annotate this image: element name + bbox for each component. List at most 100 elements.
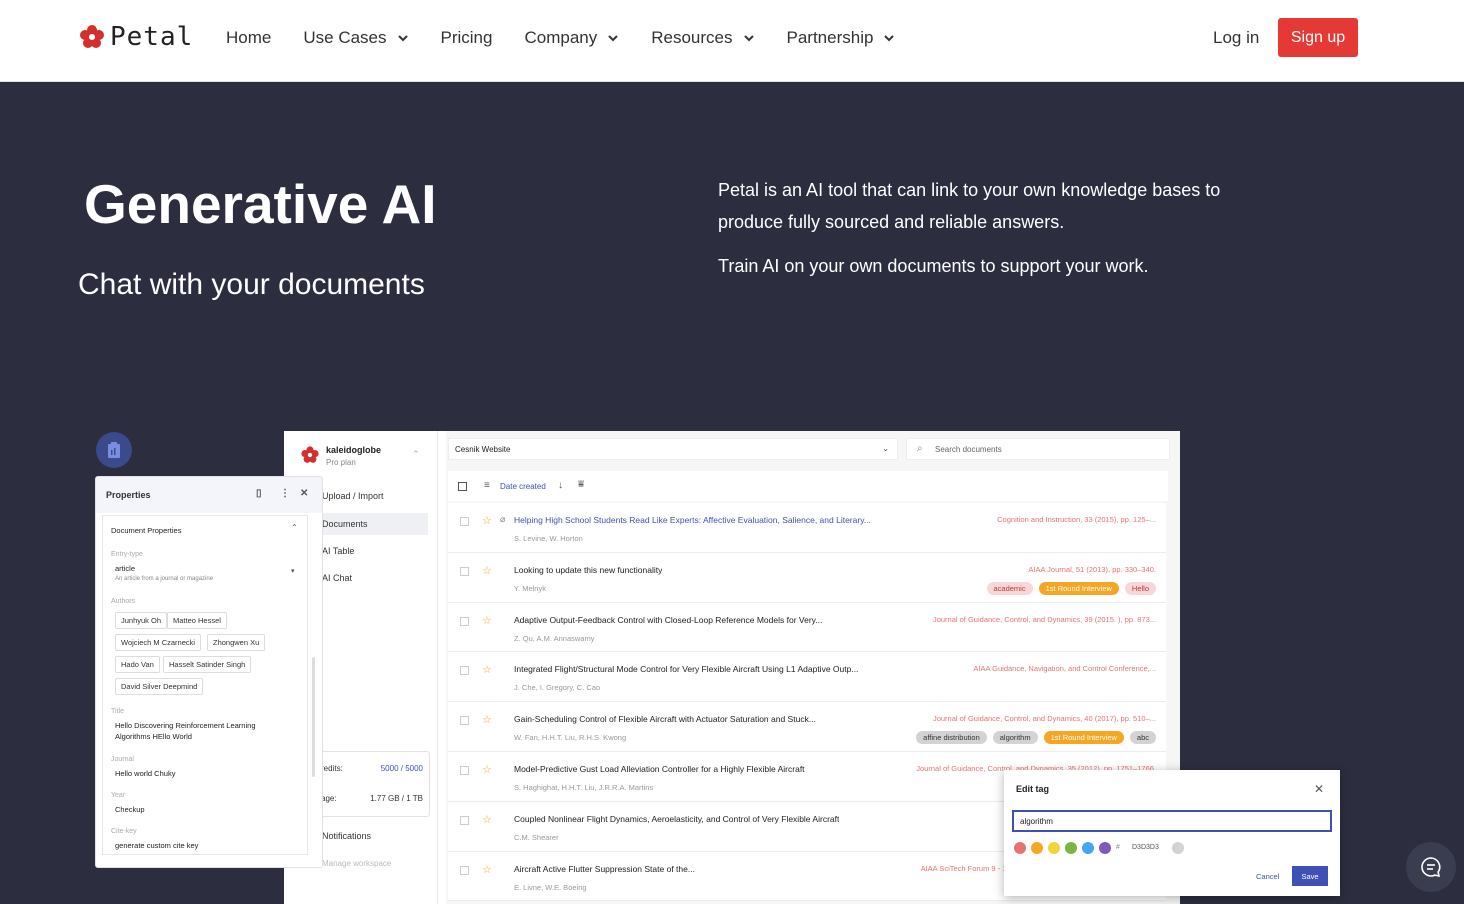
select-all-checkbox[interactable] [458,482,467,491]
row-checkbox[interactable] [460,815,469,825]
signup-button[interactable]: Sign up [1278,18,1358,57]
color-swatch[interactable] [1099,842,1111,854]
chevron-up-icon[interactable]: ⌃ [291,522,298,533]
nav-item-pricing[interactable]: Pricing [441,28,493,48]
edit-tag-dialog: Edit tag ✕ algorithm # D3D3D3 Cancel Sav… [1004,770,1340,896]
chat-button[interactable] [1406,842,1456,892]
sidebar-item-notifications[interactable]: Notifications [322,831,371,841]
document-row[interactable]: ☆ Adaptive Output-Feedback Control with C… [448,603,1166,653]
tag-name-input[interactable]: algorithm [1012,810,1332,832]
chevron-down-icon [608,35,618,42]
author-chip[interactable]: David Silver Deepmind [115,678,204,695]
login-link[interactable]: Log in [1213,28,1259,48]
document-title[interactable]: Integrated Flight/Structural Mode Contro… [514,664,858,674]
sidebar-item-ai-chat[interactable]: AI Chat [322,573,352,583]
color-swatch[interactable] [1082,842,1094,854]
caret-down-icon[interactable]: ▾ [291,566,295,577]
sidebar-item-ai-table[interactable]: AI Table [322,546,354,556]
author-chip[interactable]: Hasselt Satinder Singh [163,656,252,673]
title-value[interactable]: Hello Discovering Reinforcement Learning… [115,720,285,742]
chevron-down-icon [743,35,754,42]
star-icon[interactable]: ☆ [482,813,492,826]
workspace-switcher[interactable]: kaleidoglobe Pro plan ⌃ [300,445,420,467]
hex-value[interactable]: D3D3D3 [1132,844,1159,851]
nav-item-resources[interactable]: Resources [651,28,754,48]
expand-icon: ⌃ [412,449,420,459]
author-chip[interactable]: Wojciech M Czarnecki [115,634,202,651]
document-row[interactable]: ☆ Gain-Scheduling Control of Flexible Air… [448,702,1166,752]
tag-chip[interactable]: 1st Round Interview [1038,581,1119,595]
sidebar-item-upload[interactable]: Upload / Import [322,491,384,501]
project-select[interactable]: Cesnik Website ⌄ [448,438,898,460]
cancel-button[interactable]: Cancel [1256,872,1279,881]
document-source: AIAA Guidance, Navigation, and Control C… [973,664,1156,674]
color-swatch[interactable] [1014,842,1026,854]
row-checkbox[interactable] [460,865,469,875]
row-checkbox[interactable] [460,716,469,726]
entry-type-label: Entry-type [111,551,143,558]
star-icon[interactable]: ☆ [482,863,492,876]
row-checkbox[interactable] [460,616,469,626]
sort-field[interactable]: Date created [500,482,546,491]
document-title[interactable]: Helping High School Students Read Like E… [514,515,871,525]
color-swatch[interactable] [1031,842,1043,854]
author-chip[interactable]: Zhongwen Xu [207,634,266,651]
tag-chip[interactable]: algorithm [992,731,1038,745]
nav-item-label: Pricing [440,28,493,47]
document-title[interactable]: Adaptive Output-Feedback Control with Cl… [514,615,822,625]
tag-chip[interactable]: 1st Round Interview [1043,731,1124,745]
document-authors: Y. Melnyk [514,583,546,593]
tag-chip[interactable]: affine distribution [916,731,987,745]
close-icon[interactable]: ✕ [300,488,308,499]
color-swatch[interactable] [1048,842,1060,854]
nav-item-partnership[interactable]: Partnership [787,28,896,48]
row-checkbox[interactable] [460,765,469,775]
author-chip[interactable]: Junhyuk Oh [115,612,168,629]
color-swatch[interactable] [1065,842,1077,854]
sidebar-item-manage-workspace[interactable]: Manage workspace [322,859,391,868]
document-title[interactable]: Looking to update this new functionality [514,565,662,575]
nav-item-company[interactable]: Company [524,28,619,48]
storage-value: 1.77 GB / 1 TB [370,794,423,803]
star-icon[interactable]: ☆ [482,763,492,776]
attachment-icon: ⌀ [500,514,506,524]
more-icon[interactable]: ⋮ [280,488,290,499]
document-title[interactable]: Coupled Nonlinear Flight Dynamics, Aeroe… [514,814,839,824]
document-authors: S. Haghighat, H.H.T. Liu, J.R.R.A. Marti… [514,782,654,792]
document-title[interactable]: Gain-Scheduling Control of Flexible Airc… [514,714,816,724]
journal-value[interactable]: Hello world Chuky [115,768,175,779]
document-icon[interactable]: ▯ [256,488,262,499]
author-chip[interactable]: Matteo Hessel [167,612,227,629]
entry-type-value[interactable]: article [115,563,135,574]
tag-chip[interactable]: abc [1129,731,1156,745]
close-icon[interactable]: ✕ [1314,782,1324,796]
petal-logo[interactable]: Petal [78,22,193,52]
nav-item-use-cases[interactable]: Use Cases [303,28,408,48]
scrollbar[interactable] [312,657,315,777]
document-row[interactable]: ☆ Integrated Flight/Structural Mode Contr… [448,652,1166,703]
citekey-value[interactable]: generate custom cite key [115,840,198,851]
row-checkbox[interactable] [460,666,469,676]
save-button[interactable]: Save [1292,866,1328,886]
star-icon[interactable]: ☆ [482,663,492,676]
nav-item-home[interactable]: Home [226,28,271,48]
star-icon[interactable]: ☆ [482,614,492,627]
tag-chip[interactable]: Hello [1124,581,1156,595]
document-title[interactable]: Aircraft Active Flutter Suppression Stat… [514,864,695,874]
row-checkbox[interactable] [460,566,469,576]
star-icon[interactable]: ☆ [482,713,492,726]
year-value[interactable]: Checkup [115,804,145,815]
document-title[interactable]: Model-Predictive Gust Load Alleviation C… [514,764,805,774]
tag-chip[interactable]: academic [986,581,1033,595]
arrow-down-icon[interactable]: ↓ [558,480,563,491]
filter-icon[interactable]: ⩸ [578,479,584,490]
star-icon[interactable]: ☆ [482,514,492,527]
document-row[interactable]: ☆ Looking to update this new functionalit… [448,553,1166,603]
author-chip[interactable]: Hado Van [115,656,160,673]
sort-icon[interactable]: ≡ [484,480,490,491]
search-input[interactable]: ⌕ Search documents [906,438,1170,460]
document-row[interactable]: ☆ ⌀ Helping High School Students Read Like… [448,503,1166,553]
star-icon[interactable]: ☆ [482,564,492,577]
sidebar-item-documents[interactable]: Documents [314,513,428,535]
row-checkbox[interactable] [460,517,469,526]
